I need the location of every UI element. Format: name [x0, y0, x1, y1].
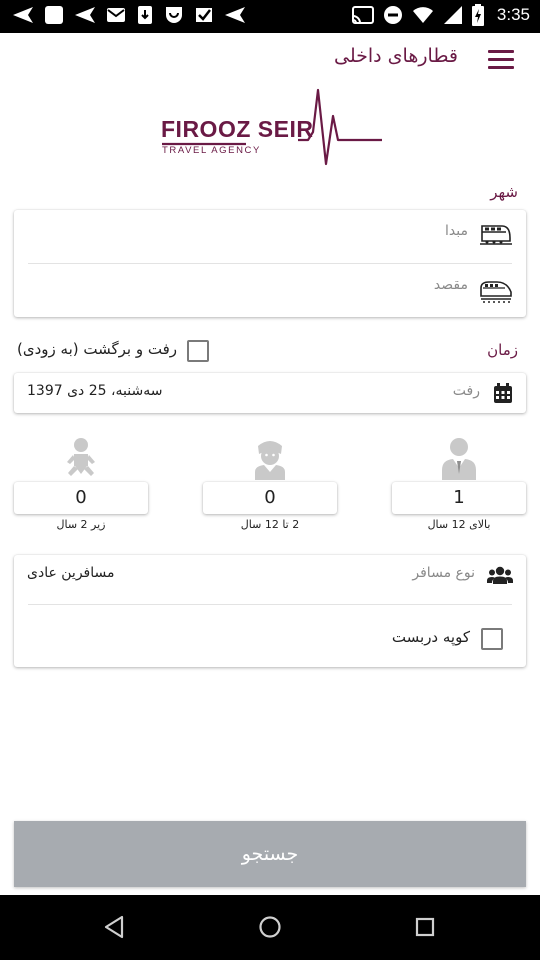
page-title: قطارهای داخلی: [334, 45, 458, 67]
depart-placeholder: رفت: [452, 383, 480, 399]
app-square-icon: [45, 6, 63, 24]
logo-name: FIROOZ SEIR: [161, 116, 313, 142]
group-icon: [487, 566, 513, 584]
origin-placeholder: مبدا: [445, 223, 468, 239]
shield-app-icon: [166, 7, 182, 23]
private-coupe-label: کوپه دربست: [391, 628, 470, 646]
do-not-disturb-icon: [383, 6, 402, 24]
destination-placeholder: مقصد: [433, 277, 468, 293]
child-count[interactable]: 0: [203, 482, 337, 514]
round-trip-label: رفت و برگشت (به زودی): [17, 340, 177, 358]
logo-tagline: TRAVEL AGENCY: [162, 145, 261, 156]
infant-counter: 0 زیر 2 سال: [14, 436, 148, 531]
calendar-icon: [494, 383, 512, 403]
passenger-type-placeholder: نوع مسافر: [412, 565, 475, 581]
send-icon: [13, 7, 33, 23]
child-icon: [255, 441, 285, 480]
city-card: مبدا مقصد: [14, 210, 526, 317]
round-trip-checkbox[interactable]: [187, 340, 209, 362]
system-nav-bar: [0, 895, 540, 960]
back-icon[interactable]: [103, 915, 125, 939]
home-icon[interactable]: [258, 915, 282, 939]
notification-icons: [12, 5, 246, 25]
infant-caption: زیر 2 سال: [56, 518, 106, 531]
recent-apps-icon[interactable]: [415, 917, 435, 937]
passenger-type-card: نوع مسافر مسافرین عادی کوپه دربست: [14, 555, 526, 667]
hamburger-menu-icon[interactable]: [488, 50, 514, 70]
send-icon-2: [75, 7, 95, 23]
destination-field[interactable]: مقصد: [14, 264, 526, 317]
download-icon: [138, 6, 152, 24]
system-icons: 3:35: [351, 4, 530, 26]
passenger-type-field[interactable]: نوع مسافر مسافرین عادی: [14, 555, 526, 605]
passenger-type-value: مسافرین عادی: [27, 565, 115, 581]
search-button[interactable]: جستجو: [14, 821, 526, 887]
status-bar: 3:35: [0, 0, 540, 33]
wifi-icon: [412, 7, 433, 23]
check-app-icon: [196, 8, 212, 22]
city-label: شهر: [490, 183, 518, 201]
private-coupe-checkbox[interactable]: [481, 628, 503, 650]
depart-date: سه‌شنبه، 25 دی 1397: [27, 383, 163, 399]
passenger-type-divider: [28, 604, 512, 605]
adult-count[interactable]: 1: [392, 482, 526, 514]
app-bar: قطارهای داخلی: [0, 33, 540, 85]
infant-count[interactable]: 0: [14, 482, 148, 514]
cast-icon: [351, 6, 374, 24]
time-label: زمان: [487, 341, 518, 359]
agency-logo: FIROOZ SEIR TRAVEL AGENCY: [161, 88, 382, 166]
signal-icon: [443, 6, 462, 24]
battery-icon: [471, 4, 484, 26]
mail-icon: [107, 8, 125, 22]
send-icon-3: [225, 7, 245, 23]
adult-icon: [442, 438, 476, 480]
adult-counter: 1 بالای 12 سال: [392, 436, 526, 531]
child-counter: 0 2 تا 12 سال: [203, 436, 337, 531]
date-field[interactable]: رفت سه‌شنبه، 25 دی 1397: [14, 373, 526, 413]
child-caption: 2 تا 12 سال: [240, 518, 300, 531]
clock: 3:35: [496, 5, 530, 24]
train-icon: [480, 225, 512, 245]
adult-caption: بالای 12 سال: [427, 518, 491, 531]
infant-icon: [67, 438, 95, 476]
origin-field[interactable]: مبدا: [14, 210, 526, 264]
bullet-train-icon: [480, 281, 512, 303]
